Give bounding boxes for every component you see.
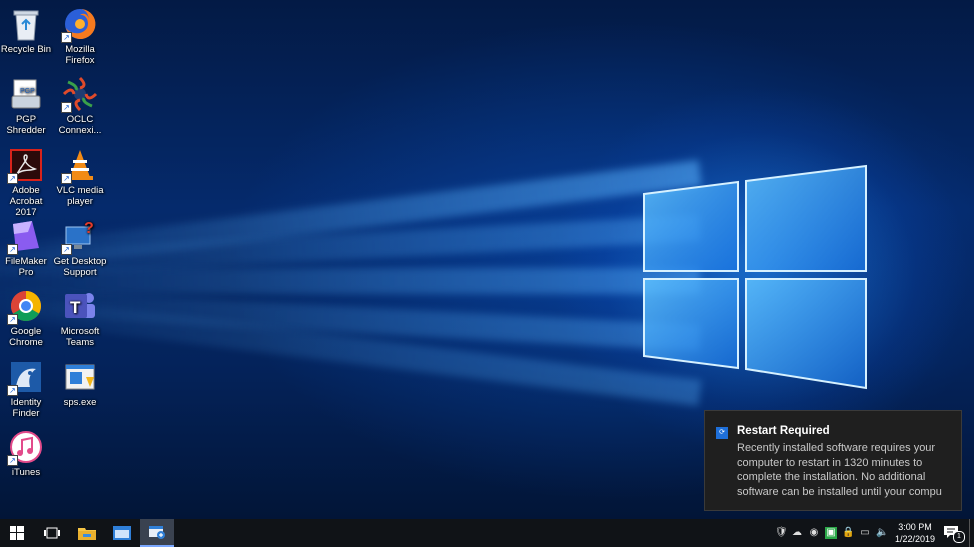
svg-text:?: ? [84, 220, 94, 237]
filemaker-icon: ↗ [7, 218, 44, 255]
oclc-connexion-icon: ↗ [61, 76, 98, 113]
icon-label: Adobe Acrobat 2017 [9, 185, 43, 218]
icon-label: PGP Shredder [6, 114, 46, 136]
shortcut-arrow-icon: ↗ [7, 314, 18, 325]
icon-label: Mozilla Firefox [65, 44, 95, 66]
icon-label: VLC media player [56, 185, 104, 207]
clock-date: 1/22/2019 [894, 534, 936, 544]
desktop-icon-oclc[interactable]: ↗ OCLC Connexi... [53, 76, 107, 136]
identity-finder-icon: ↗ [7, 359, 44, 396]
icon-label: Get Desktop Support [53, 256, 107, 278]
network-icon[interactable]: ▭ [859, 527, 871, 539]
software-center-button[interactable] [140, 519, 174, 547]
recycle-bin-icon [8, 6, 44, 42]
software-center-icon [149, 526, 165, 539]
start-button[interactable] [0, 519, 34, 547]
vlc-icon: ↗ [61, 147, 98, 184]
action-center-button[interactable]: 1 [944, 525, 965, 543]
desktop-icon-teams[interactable]: T Microsoft Teams [53, 288, 107, 348]
restart-required-notification[interactable]: ⟳ Restart Required Recently installed so… [704, 410, 962, 511]
start-icon [10, 526, 24, 540]
desktop-support-icon: ? ↗ [61, 218, 98, 255]
notification-title: Restart Required [737, 425, 830, 437]
defender-icon[interactable]: 🛡 [775, 527, 788, 539]
icon-label: Google Chrome [9, 326, 43, 348]
desktop-icon-acrobat[interactable]: ↗ Adobe Acrobat 2017 [0, 147, 53, 218]
teams-icon: T [62, 288, 98, 324]
shortcut-arrow-icon: ↗ [7, 455, 18, 466]
network-globe-icon[interactable]: ◉ [808, 527, 820, 539]
sps-exe-icon [62, 359, 98, 395]
svg-text:T: T [70, 298, 81, 317]
onedrive-icon[interactable]: ☁ [791, 527, 803, 539]
shortcut-arrow-icon: ↗ [61, 32, 72, 43]
desktop-icon-filemaker[interactable]: ↗ FileMaker Pro [0, 218, 53, 278]
firefox-icon: ↗ [61, 6, 98, 43]
desktop-icon-sps-exe[interactable]: sps.exe [53, 359, 107, 408]
desktop-icon-recycle-bin[interactable]: Recycle Bin [0, 6, 53, 55]
shortcut-arrow-icon: ↗ [61, 173, 72, 184]
app-window-icon [113, 526, 131, 540]
task-view-icon [44, 527, 60, 539]
desktop-icon-itunes[interactable]: ↗ iTunes [0, 429, 53, 478]
svg-text:PGP: PGP [20, 88, 35, 95]
shortcut-arrow-icon: ↗ [61, 244, 72, 255]
clock-time: 3:00 PM [898, 522, 932, 532]
app-window-button[interactable] [105, 519, 139, 547]
itunes-icon: ↗ [7, 429, 44, 466]
desktop-icon-vlc[interactable]: ↗ VLC media player [53, 147, 107, 207]
acrobat-icon: ↗ [7, 147, 44, 184]
shortcut-arrow-icon: ↗ [7, 244, 18, 255]
desktop-icon-firefox[interactable]: ↗ Mozilla Firefox [53, 6, 107, 66]
lock-icon[interactable]: 🔒 [842, 527, 854, 539]
icon-label: Microsoft Teams [60, 326, 100, 348]
icon-label: FileMaker Pro [5, 256, 47, 278]
clock[interactable]: 3:00 PM 1/22/2019 [890, 521, 940, 545]
desktop-icon-chrome[interactable]: ↗ Google Chrome [0, 288, 53, 348]
green-app-icon[interactable]: ▣ [825, 527, 837, 539]
chrome-icon: ↗ [7, 288, 44, 325]
shortcut-arrow-icon: ↗ [7, 173, 18, 184]
icon-label: sps.exe [63, 397, 97, 408]
shortcut-arrow-icon: ↗ [7, 385, 18, 396]
file-explorer-button[interactable] [70, 519, 104, 547]
icon-label: Recycle Bin [0, 44, 52, 55]
icon-label: iTunes [11, 467, 41, 478]
icon-label: OCLC Connexi... [58, 114, 102, 136]
icon-label: Identity Finder [10, 397, 42, 419]
desktop-icon-desktop-support[interactable]: ? ↗ Get Desktop Support [53, 218, 107, 278]
notification-body: Recently installed software requires you… [737, 442, 942, 498]
pgp-shredder-icon: PGP [8, 76, 44, 112]
desktop-icon-pgp-shredder[interactable]: PGP PGP Shredder [0, 76, 53, 136]
software-center-icon: ⟳ [716, 427, 728, 439]
notification-count-badge: 1 [953, 531, 965, 543]
show-desktop-button[interactable] [969, 519, 970, 547]
desktop-icon-identity-finder[interactable]: ↗ Identity Finder [0, 359, 53, 419]
shortcut-arrow-icon: ↗ [61, 102, 72, 113]
taskbar: 🛡 ☁ ◉ ▣ 🔒 ▭ 🔈 3:00 PM 1/22/2019 1 [0, 519, 974, 547]
task-view-button[interactable] [35, 519, 69, 547]
volume-icon[interactable]: 🔈 [876, 527, 888, 539]
file-explorer-icon [78, 528, 96, 540]
